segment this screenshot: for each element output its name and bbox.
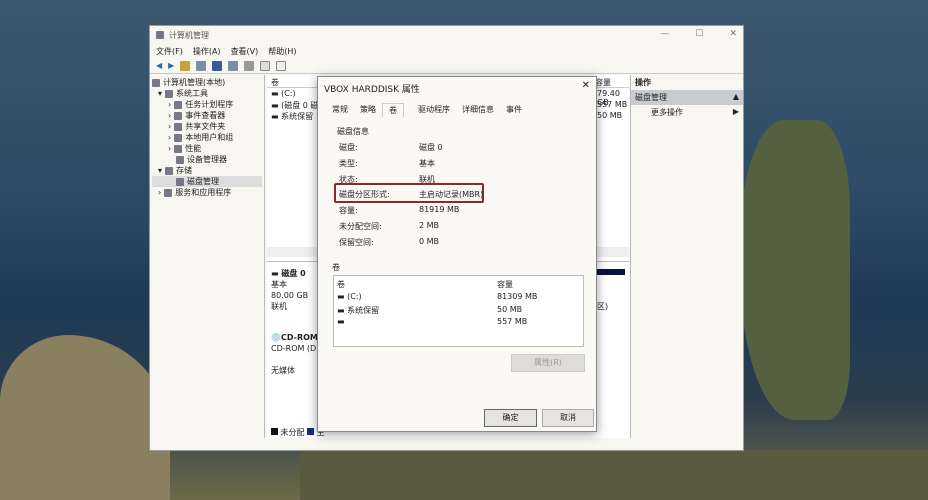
vol-col-capacity: 容量 bbox=[497, 280, 513, 289]
background-cliff bbox=[740, 120, 850, 420]
dialog-title: VBOX HARDDISK 属性 bbox=[324, 85, 420, 95]
dialog-close-button[interactable]: ✕ bbox=[582, 80, 590, 91]
close-button[interactable]: ✕ bbox=[729, 29, 737, 39]
vol-cap: 557 MB bbox=[497, 317, 528, 326]
services-icon bbox=[164, 188, 173, 197]
disk-management-icon bbox=[176, 177, 184, 186]
volume-capacity: 557 MB bbox=[597, 100, 628, 109]
tree-item-event-viewer[interactable]: › 事件查看器 bbox=[152, 110, 262, 121]
device-manager-icon bbox=[176, 155, 184, 164]
properties-dialog: VBOX HARDDISK 属性 ✕ 常规 策略 卷 驱动程序 详细信息 事件 … bbox=[317, 76, 597, 432]
partition-bar bbox=[597, 269, 625, 275]
tree-item-task-scheduler[interactable]: › 任务计划程序 bbox=[152, 99, 262, 110]
minimize-button[interactable]: — bbox=[660, 29, 669, 39]
clock-icon bbox=[174, 100, 183, 109]
users-icon bbox=[174, 133, 183, 142]
tools-icon bbox=[165, 89, 174, 98]
menu-help[interactable]: 帮助(H) bbox=[268, 46, 296, 56]
info-unallocated: 未分配空间: 2 MB bbox=[339, 221, 440, 231]
shared-folder-icon bbox=[174, 122, 183, 131]
vol-cap: 50 MB bbox=[497, 305, 523, 314]
tree-item-shared-folders[interactable]: › 共享文件夹 bbox=[152, 121, 262, 132]
tab-volumes[interactable]: 卷 bbox=[382, 103, 404, 117]
background-shore bbox=[300, 450, 928, 500]
tab-details[interactable]: 详细信息 bbox=[456, 103, 500, 117]
forward-icon[interactable]: ▶ bbox=[168, 61, 174, 70]
info-disk: 磁盘: 磁盘 0 bbox=[339, 143, 443, 152]
tab-driver[interactable]: 驱动程序 bbox=[412, 103, 456, 117]
actions-pane: 操作 磁盘管理 ▲ 更多操作 ▶ bbox=[630, 75, 743, 438]
actions-section-disk-management[interactable]: 磁盘管理 ▲ bbox=[631, 90, 743, 105]
tree-item-device-manager[interactable]: 设备管理器 bbox=[152, 154, 262, 165]
window-title: 计算机管理 bbox=[169, 30, 209, 40]
tree-item-local-users[interactable]: › 本地用户和组 bbox=[152, 132, 262, 143]
menu-action[interactable]: 操作(A) bbox=[193, 46, 221, 56]
info-partition-style: 磁盘分区形式: 主启动记录(MBR) bbox=[339, 190, 484, 199]
volume-row[interactable]: ▬ (C:) bbox=[271, 89, 296, 98]
cancel-button[interactable]: 取消 bbox=[542, 409, 594, 427]
partition-label: 区) bbox=[597, 302, 609, 311]
vol-cap: 81309 MB bbox=[497, 292, 538, 301]
chevron-right-icon: ▶ bbox=[732, 107, 739, 116]
info-capacity: 容量: 81919 MB bbox=[339, 205, 460, 215]
tab-events[interactable]: 事件 bbox=[500, 103, 528, 117]
navigation-tree: 计算机管理(本地) ▾ 系统工具 › 任务计划程序 › 事件查看器 › 共享文件夹 › 本… bbox=[150, 75, 265, 438]
vol-row[interactable]: ▬ bbox=[337, 317, 345, 326]
disk-icon[interactable] bbox=[244, 60, 255, 71]
window-icon[interactable] bbox=[276, 60, 287, 71]
disk-0-info[interactable]: ▬ 磁盘 0 基本 80.00 GB 联机 bbox=[271, 268, 308, 312]
tree-item-services-apps[interactable]: › 服务和应用程序 bbox=[152, 187, 262, 198]
ok-button[interactable]: 确定 bbox=[484, 409, 537, 427]
app-icon bbox=[156, 31, 164, 39]
vol-row[interactable]: ▬ 系统保留 bbox=[337, 305, 379, 316]
collapse-icon: ▲ bbox=[732, 92, 739, 101]
cdrom-info[interactable]: 💿CD-ROM CD-ROM (D:) 无媒体 bbox=[271, 332, 322, 376]
tree-item-computer-management[interactable]: 计算机管理(本地) bbox=[152, 77, 262, 88]
tree-item-performance[interactable]: › 性能 bbox=[152, 143, 262, 154]
more-actions[interactable]: 更多操作 ▶ bbox=[631, 105, 743, 120]
show-hide-tree-icon[interactable] bbox=[196, 60, 207, 71]
tree-item-storage[interactable]: ▾ 存储 bbox=[152, 165, 262, 176]
volumes-list[interactable]: 卷 容量 ▬ (C:) 81309 MB ▬ 系统保留 50 MB ▬ 557 … bbox=[333, 275, 584, 347]
console-icon[interactable] bbox=[228, 60, 239, 71]
background-land bbox=[0, 335, 170, 500]
tree-item-system-tools[interactable]: ▾ 系统工具 bbox=[152, 88, 262, 99]
up-folder-icon[interactable] bbox=[180, 60, 191, 71]
menu-view[interactable]: 查看(V) bbox=[231, 46, 259, 56]
menu-file[interactable]: 文件(F) bbox=[156, 46, 183, 56]
help-icon[interactable] bbox=[212, 60, 223, 71]
properties-button[interactable]: 属性(R) bbox=[511, 354, 585, 372]
back-icon[interactable]: ◀ bbox=[156, 61, 162, 70]
info-type: 类型: 基本 bbox=[339, 159, 435, 168]
actions-title: 操作 bbox=[635, 78, 651, 87]
volume-row[interactable]: ▬ 系统保留 bbox=[271, 111, 313, 122]
tree-item-disk-management[interactable]: 磁盘管理 bbox=[152, 176, 262, 187]
volumes-heading: 卷 bbox=[332, 263, 340, 272]
event-viewer-icon bbox=[174, 111, 183, 120]
info-reserved: 保留空间: 0 MB bbox=[339, 237, 440, 247]
computer-icon bbox=[152, 78, 160, 87]
storage-icon bbox=[165, 166, 174, 175]
vol-row[interactable]: ▬ (C:) bbox=[337, 292, 362, 301]
check-icon[interactable] bbox=[260, 60, 271, 71]
tab-general[interactable]: 常规 bbox=[326, 103, 354, 117]
performance-icon bbox=[174, 144, 183, 153]
tab-policies[interactable]: 策略 bbox=[354, 103, 382, 117]
maximize-button[interactable]: ☐ bbox=[695, 29, 703, 39]
disk-info-heading: 磁盘信息 bbox=[337, 127, 369, 136]
volume-capacity: 50 MB bbox=[597, 111, 623, 120]
vol-col-volume: 卷 bbox=[337, 280, 345, 289]
